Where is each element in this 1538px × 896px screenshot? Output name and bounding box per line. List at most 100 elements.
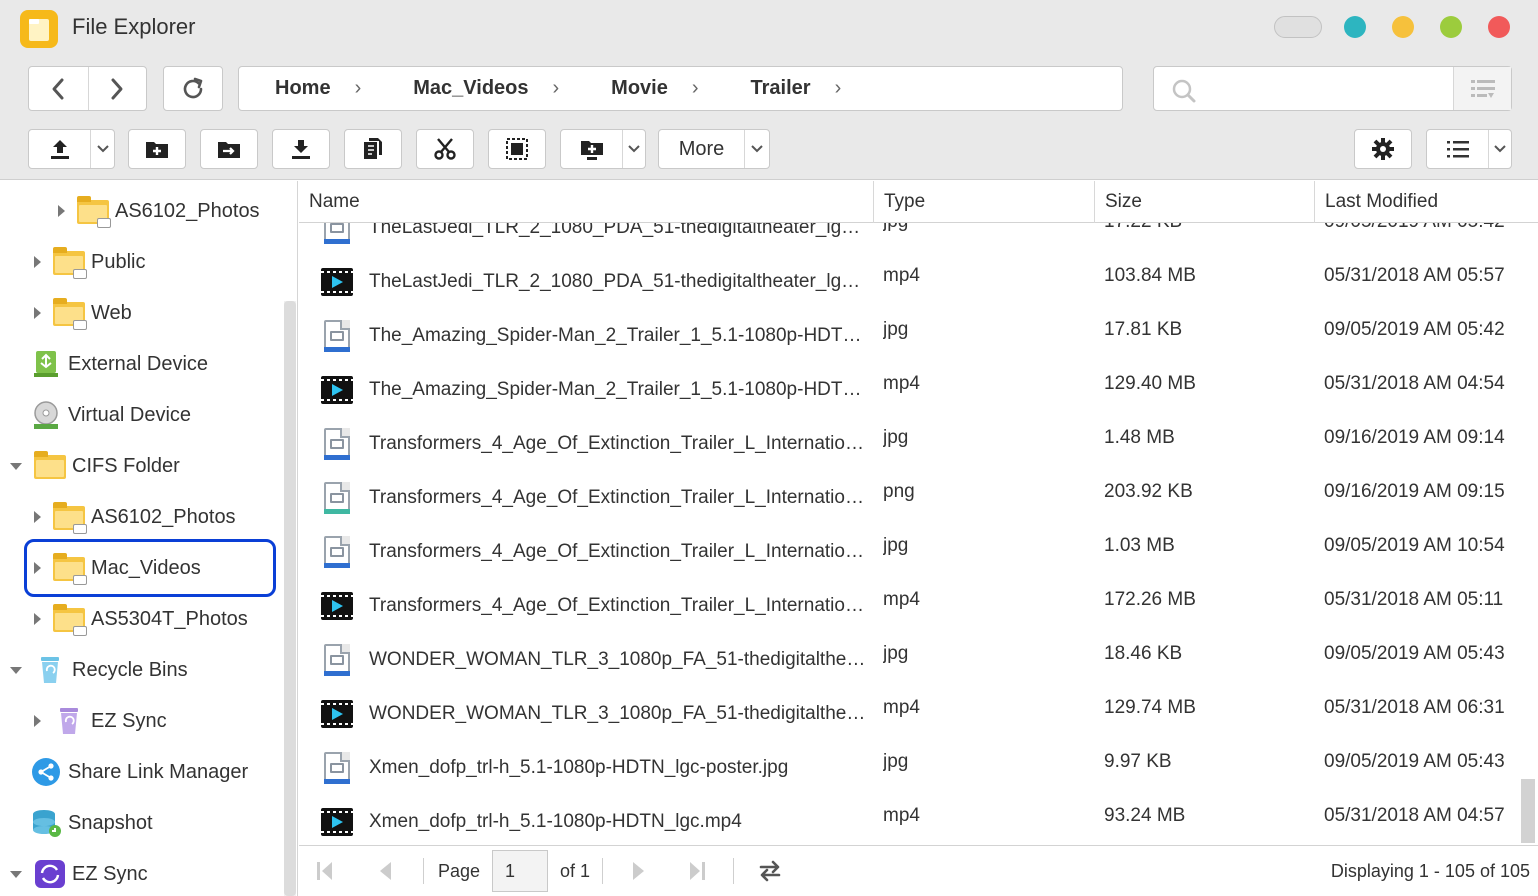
next-page-button[interactable] bbox=[615, 860, 663, 882]
sidebar-item-web[interactable]: Web bbox=[34, 293, 132, 333]
upload-button[interactable] bbox=[29, 130, 91, 168]
sidebar-item-snapshot[interactable]: Snapshot bbox=[30, 803, 153, 843]
collapsed-triangle-icon[interactable] bbox=[34, 613, 41, 625]
breadcrumb-item-mac-videos[interactable]: Mac_Videos › bbox=[413, 77, 611, 100]
table-row[interactable]: Xmen_dofp_trl-h_5.1-1080p-HDTN_lgc.mp4 mp… bbox=[299, 795, 1521, 845]
window-maximize-button[interactable] bbox=[1440, 16, 1462, 38]
table-row[interactable]: TheLastJedi_TLR_2_1080_PDA_51-thedigital… bbox=[299, 255, 1521, 309]
view-mode-dropdown-button[interactable] bbox=[1489, 130, 1511, 168]
last-page-button[interactable] bbox=[673, 860, 721, 882]
sidebar-item-as6102-photos[interactable]: AS6102_Photos bbox=[34, 497, 236, 537]
sidebar-item-ez-sync[interactable]: EZ Sync bbox=[10, 854, 148, 894]
breadcrumb-item-trailer[interactable]: Trailer › bbox=[751, 77, 894, 100]
file-type: jpg bbox=[883, 751, 909, 772]
sidebar-item-as5304t-photos[interactable]: AS5304T_Photos bbox=[34, 599, 248, 639]
more-dropdown-button[interactable] bbox=[745, 130, 769, 168]
column-header-name[interactable]: Name bbox=[299, 181, 874, 223]
swap-refresh-icon bbox=[759, 860, 781, 882]
disc-icon bbox=[30, 400, 62, 430]
collapsed-triangle-icon[interactable] bbox=[58, 205, 65, 217]
upload-dropdown-button[interactable] bbox=[91, 130, 114, 168]
mount-dropdown-button[interactable] bbox=[623, 130, 645, 168]
previous-page-button[interactable] bbox=[361, 860, 409, 882]
sidebar-item-label: AS6102_Photos bbox=[91, 505, 236, 528]
sidebar-item-public[interactable]: Public bbox=[34, 242, 145, 282]
refresh-button[interactable] bbox=[164, 67, 222, 110]
list-view-button[interactable] bbox=[1427, 130, 1489, 168]
expanded-triangle-icon[interactable] bbox=[10, 666, 22, 674]
collapsed-triangle-icon[interactable] bbox=[34, 511, 41, 523]
new-folder-button[interactable] bbox=[128, 129, 186, 169]
sidebar-item-as6102-photos[interactable]: AS6102_Photos bbox=[58, 191, 260, 231]
sidebar-item-ez-sync[interactable]: EZ Sync bbox=[34, 701, 167, 741]
search-input[interactable] bbox=[1204, 75, 1444, 101]
chevron-right-icon: › bbox=[354, 77, 362, 99]
breadcrumb-item-movie[interactable]: Movie › bbox=[611, 77, 750, 100]
chevron-right-icon bbox=[111, 78, 123, 99]
collapsed-triangle-icon[interactable] bbox=[34, 307, 41, 319]
search-filter-button[interactable] bbox=[1453, 67, 1511, 110]
first-page-button[interactable] bbox=[301, 860, 349, 882]
copy-button[interactable] bbox=[344, 129, 402, 169]
column-header-type[interactable]: Type bbox=[874, 181, 1095, 223]
new-folder-icon bbox=[146, 142, 168, 158]
download-button[interactable] bbox=[272, 129, 330, 169]
page-number-input[interactable] bbox=[492, 850, 549, 892]
table-row[interactable]: Transformers_4_Age_Of_Extinction_Trailer… bbox=[299, 525, 1521, 579]
table-row[interactable]: WONDER_WOMAN_TLR_3_1080p_FA_51-thedigita… bbox=[299, 633, 1521, 687]
select-all-button[interactable] bbox=[488, 129, 546, 169]
window-pill-control[interactable] bbox=[1274, 16, 1322, 38]
folder-move-icon bbox=[218, 142, 240, 158]
reload-list-button[interactable] bbox=[746, 859, 794, 883]
sidebar-item-cifs-folder[interactable]: CIFS Folder bbox=[10, 446, 180, 486]
window-close-button[interactable] bbox=[1488, 16, 1510, 38]
sidebar-item-virtual-device[interactable]: Virtual Device bbox=[30, 395, 191, 435]
table-row[interactable]: Transformers_4_Age_Of_Extinction_Trailer… bbox=[299, 579, 1521, 633]
window-minimize-button[interactable] bbox=[1392, 16, 1414, 38]
table-row[interactable]: Transformers_4_Age_Of_Extinction_Trailer… bbox=[299, 417, 1521, 471]
table-row[interactable]: The_Amazing_Spider-Man_2_Trailer_1_5.1-1… bbox=[299, 309, 1521, 363]
window-dot-teal[interactable] bbox=[1344, 16, 1366, 38]
sidebar-item-share-link-manager[interactable]: Share Link Manager bbox=[30, 752, 248, 792]
forward-button[interactable] bbox=[87, 67, 147, 110]
grid-scrollbar[interactable] bbox=[1521, 223, 1538, 845]
table-row[interactable]: Xmen_dofp_trl-h_5.1-1080p-HDTN_lgc-poste… bbox=[299, 741, 1521, 795]
move-to-folder-button[interactable] bbox=[200, 129, 258, 169]
image-file-icon bbox=[319, 417, 355, 471]
grid-scrollbar-thumb[interactable] bbox=[1521, 779, 1535, 843]
collapsed-triangle-icon[interactable] bbox=[34, 562, 41, 574]
file-last-modified: 09/05/2019 AM 10:54 bbox=[1324, 535, 1505, 556]
upload-button-group bbox=[28, 129, 115, 169]
sidebar-item-mac-videos[interactable]: Mac_Videos bbox=[34, 548, 201, 588]
expanded-triangle-icon[interactable] bbox=[10, 870, 22, 878]
breadcrumb: Home › Mac_Videos › Movie › Trailer › bbox=[238, 66, 1123, 111]
column-header-size[interactable]: Size bbox=[1095, 181, 1315, 223]
file-name: Transformers_4_Age_Of_Extinction_Trailer… bbox=[369, 541, 869, 562]
chevron-left-icon bbox=[52, 78, 64, 99]
mount-button[interactable] bbox=[561, 130, 623, 168]
table-row[interactable]: The_Amazing_Spider-Man_2_Trailer_1_5.1-1… bbox=[299, 363, 1521, 417]
image-file-icon bbox=[319, 525, 355, 579]
search-icon bbox=[1172, 79, 1196, 103]
sidebar-item-external-device[interactable]: External Device bbox=[30, 344, 208, 384]
sidebar-item-recycle-bins[interactable]: Recycle Bins bbox=[10, 650, 188, 690]
back-button[interactable] bbox=[29, 67, 88, 110]
file-name: WONDER_WOMAN_TLR_3_1080p_FA_51-thedigita… bbox=[369, 703, 869, 724]
collapsed-triangle-icon[interactable] bbox=[34, 256, 41, 268]
table-row[interactable]: WONDER_WOMAN_TLR_3_1080p_FA_51-thedigita… bbox=[299, 687, 1521, 741]
collapsed-triangle-icon[interactable] bbox=[34, 715, 41, 727]
more-button[interactable]: More bbox=[659, 130, 745, 168]
table-row[interactable]: Transformers_4_Age_Of_Extinction_Trailer… bbox=[299, 471, 1521, 525]
settings-button[interactable] bbox=[1354, 129, 1412, 169]
file-size: 103.84 MB bbox=[1104, 265, 1196, 286]
sidebar-scrollbar-thumb[interactable] bbox=[284, 301, 296, 896]
cut-button[interactable] bbox=[416, 129, 474, 169]
breadcrumb-item-home[interactable]: Home › bbox=[275, 77, 413, 100]
file-name: Transformers_4_Age_Of_Extinction_Trailer… bbox=[369, 487, 869, 508]
file-size: 172.26 MB bbox=[1104, 589, 1196, 610]
network-folder-icon bbox=[53, 502, 87, 534]
expanded-triangle-icon[interactable] bbox=[10, 462, 22, 470]
chevron-right-icon: › bbox=[691, 77, 699, 99]
list-view-icon bbox=[1446, 141, 1469, 158]
column-header-last-modified[interactable]: Last Modified bbox=[1315, 181, 1538, 223]
